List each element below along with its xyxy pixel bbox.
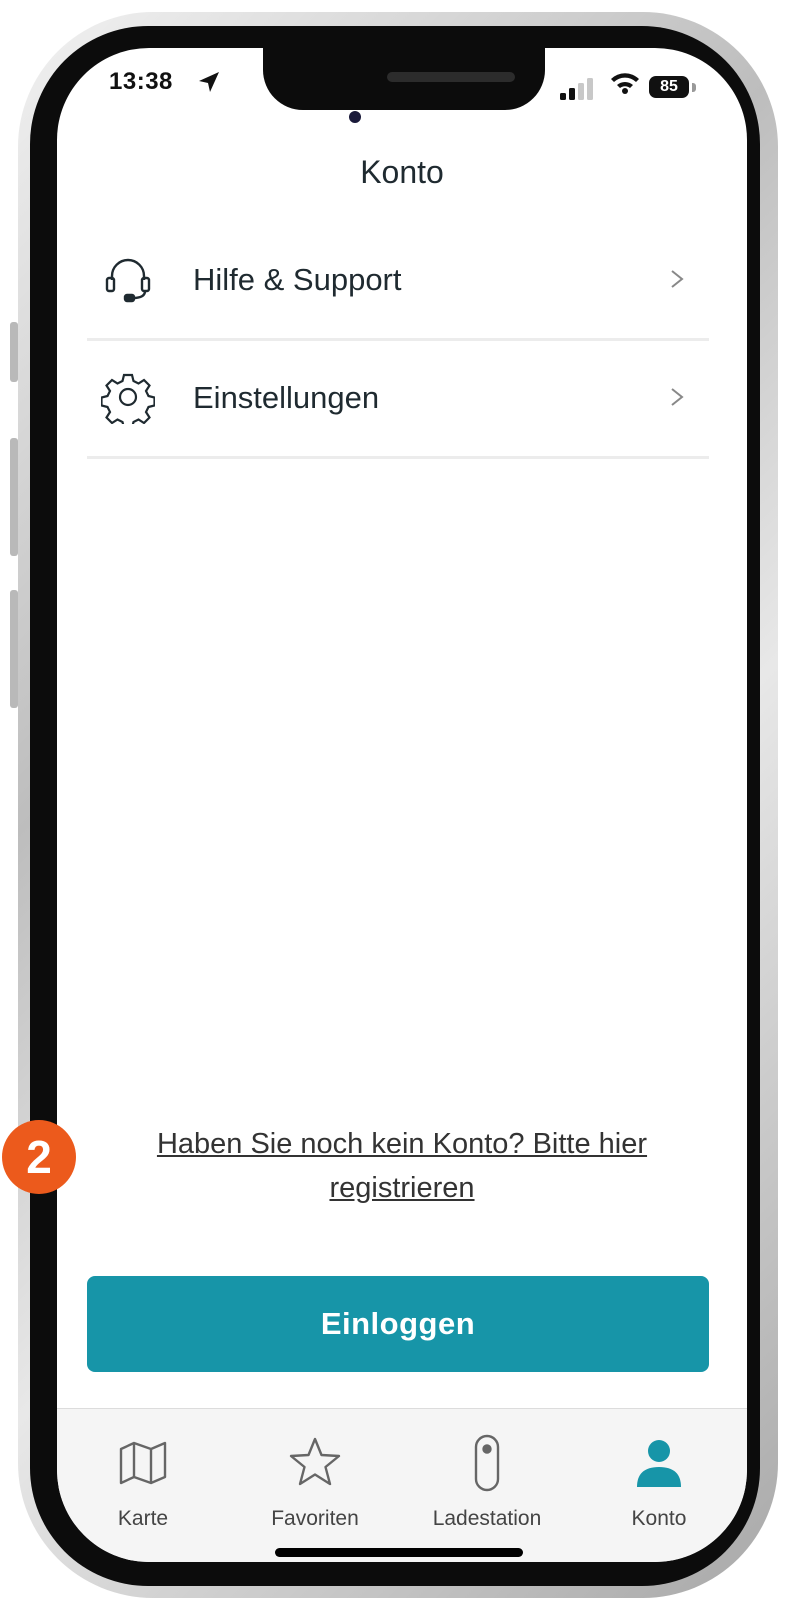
- page-title: Konto: [360, 154, 444, 190]
- headset-icon: [105, 258, 151, 303]
- tab-bar: Karte Favoriten Ladestation Konto: [57, 1408, 747, 1562]
- tab-favoriten[interactable]: Favoriten: [229, 1409, 401, 1562]
- charger-icon: [474, 1434, 500, 1492]
- menu-item-help-support[interactable]: Hilfe & Support: [87, 222, 709, 341]
- mute-switch: [10, 322, 18, 382]
- cellular-signal-icon: [560, 78, 593, 100]
- tab-label: Konto: [631, 1507, 687, 1530]
- tab-konto[interactable]: Konto: [573, 1409, 745, 1562]
- login-button[interactable]: Einloggen: [87, 1276, 709, 1372]
- chevron-right-icon: [671, 270, 684, 288]
- tab-label: Ladestation: [432, 1507, 542, 1530]
- menu-item-label: Einstellungen: [193, 380, 380, 415]
- tab-label: Karte: [117, 1507, 169, 1530]
- tab-ladestation[interactable]: Ladestation: [401, 1409, 573, 1562]
- home-indicator: [275, 1548, 523, 1557]
- register-link[interactable]: Haben Sie noch kein Konto? Bitte hier re…: [117, 1122, 687, 1210]
- tab-label: Favoriten: [271, 1507, 359, 1530]
- front-camera: [349, 111, 361, 123]
- star-icon: [289, 1437, 341, 1486]
- volume-up-button: [10, 438, 18, 556]
- tab-karte[interactable]: Karte: [57, 1409, 229, 1562]
- battery-indicator: 85: [649, 76, 689, 98]
- person-icon: [637, 1440, 681, 1487]
- app-screen: 13:38 85 Konto Hilfe & Support Einstellu…: [57, 48, 747, 1562]
- menu-item-settings[interactable]: Einstellungen: [87, 340, 709, 459]
- location-arrow-icon: [199, 72, 219, 92]
- map-icon: [119, 1441, 167, 1485]
- step-badge: 2: [2, 1120, 76, 1194]
- status-time: 13:38: [109, 68, 173, 95]
- chevron-right-icon: [671, 388, 684, 406]
- volume-down-button: [10, 590, 18, 708]
- menu-item-label: Hilfe & Support: [193, 262, 402, 297]
- speaker: [387, 72, 515, 82]
- wifi-icon: [611, 73, 639, 94]
- battery-cap: [692, 83, 696, 92]
- gear-icon: [101, 373, 155, 424]
